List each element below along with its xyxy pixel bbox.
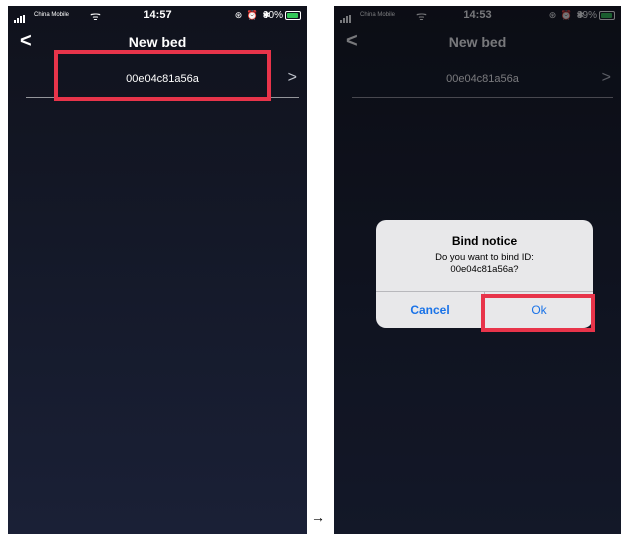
status-bar: China Mobile ᯤ 14:57 ⊛ ⏰ ✱ 90% [8, 6, 307, 26]
battery-icon [285, 11, 301, 20]
arrow-right-icon: → [311, 509, 325, 525]
dialog-buttons: Cancel Ok [376, 291, 593, 328]
page-title: New bed [128, 34, 187, 50]
dialog-message: Do you want to bind ID: 00e04c81a56a? [386, 252, 583, 276]
nav-bar: < New bed [8, 30, 307, 56]
right-screen: China Mobile ᯤ 14:53 ⊛ ⏰ ✱ 89% < New bed… [334, 6, 621, 534]
battery-percent: 90% [262, 10, 283, 21]
device-id: 00e04c81a56a [126, 73, 199, 85]
device-list-item[interactable]: 00e04c81a56a > [26, 61, 299, 98]
dialog-message-id: 00e04c81a56a? [450, 264, 519, 275]
dialog-message-line: Do you want to bind ID: [435, 252, 534, 263]
chevron-right-icon: > [287, 69, 297, 86]
bind-notice-dialog: Bind notice Do you want to bind ID: 00e0… [376, 220, 593, 328]
dialog-title: Bind notice [451, 234, 518, 248]
ok-button[interactable]: Ok [485, 292, 593, 328]
cancel-button[interactable]: Cancel [376, 292, 485, 328]
left-screen: China Mobile ᯤ 14:57 ⊛ ⏰ ✱ 90% < New bed… [8, 6, 307, 534]
